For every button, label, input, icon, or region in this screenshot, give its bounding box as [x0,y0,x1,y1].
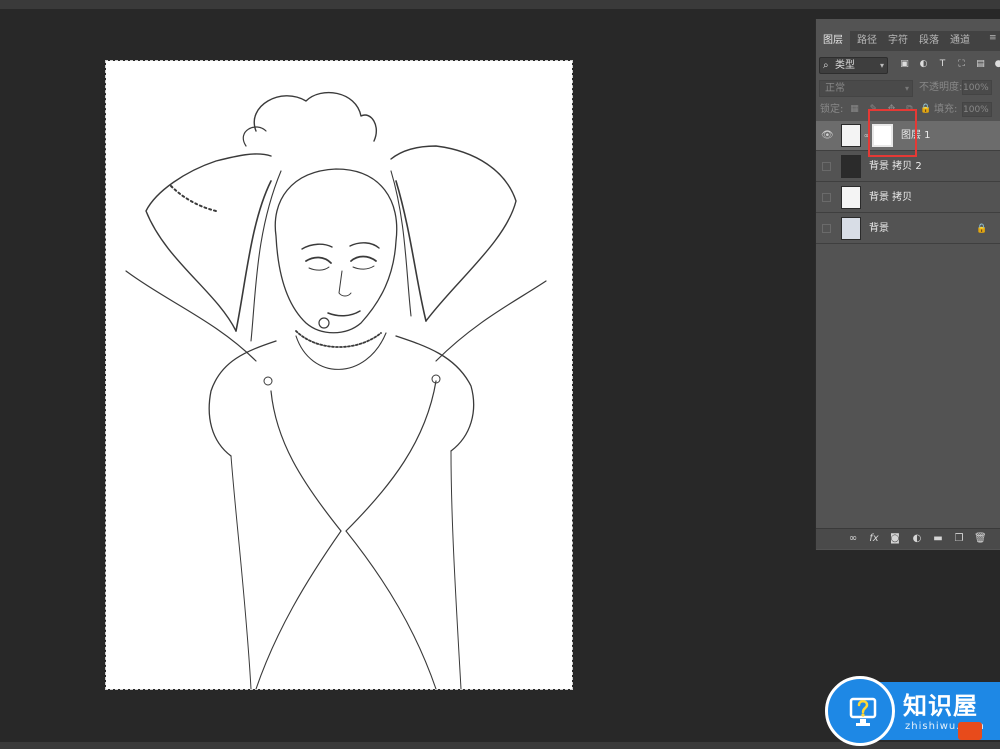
top-bar [0,0,1000,9]
layer-row-background[interactable]: 背景 🔒 [816,214,1000,244]
filter-adjustment-icon[interactable]: ◐ [918,59,929,70]
visibility-toggle[interactable] [822,162,831,171]
chevron-down-icon: ▾ [904,84,909,93]
layer-filter-row: ⌕ 类型 ▾ ▣ ◐ T ⛶ ▤ ● [816,56,1000,76]
lock-all-icon[interactable]: 🔒 [920,104,931,115]
blend-row: 正常 ▾ 不透明度: 100% [816,80,1000,98]
tab-channels[interactable]: 通道 [945,31,975,51]
eye-icon[interactable]: 👁 [821,130,834,141]
logo-circle [825,676,895,746]
blend-mode-select[interactable]: 正常 ▾ [819,80,913,97]
adjustment-layer-icon[interactable]: ◐ [911,533,923,545]
tab-character[interactable]: 字符 [883,31,913,51]
logo-title: 知识屋 [903,692,978,720]
layers-panel: 图层 路径 字符 段落 通道 ≡ ⌕ 类型 ▾ ▣ ◐ T ⛶ ▤ ● 正常 ▾… [815,19,1000,550]
blend-mode-value: 正常 [825,83,845,94]
add-mask-icon[interactable]: ◙ [889,533,901,545]
fill-input[interactable]: 100% [962,102,992,117]
pencil-sketch-image [125,91,547,689]
visibility-toggle[interactable] [822,224,831,233]
fill-label: 填充: [934,104,958,115]
layer-thumbnail [841,217,861,240]
filter-type-icon[interactable]: T [937,59,948,70]
corner-badge [958,722,982,740]
layer-thumbnail [841,186,861,209]
filter-pixel-icon[interactable]: ▣ [899,59,910,70]
kind-filter-select[interactable]: ⌕ 类型 ▾ [819,57,888,74]
search-icon: ⌕ [823,60,829,71]
kind-filter-label: 类型 [835,60,855,71]
panel-menu-icon[interactable]: ≡ [989,33,999,45]
filter-toggle-icon[interactable]: ● [993,59,1000,70]
new-group-icon[interactable]: ▬ [932,533,944,545]
document-canvas[interactable] [105,60,573,690]
opacity-label: 不透明度: [919,82,963,93]
visibility-toggle[interactable] [822,193,831,202]
tab-paragraph[interactable]: 段落 [914,31,944,51]
link-layers-icon[interactable]: ∞ [847,533,859,545]
layer-thumbnail [841,155,861,178]
lock-transparent-icon[interactable]: ▦ [849,104,860,115]
chevron-down-icon: ▾ [879,61,884,70]
lock-label: 锁定: [820,104,844,115]
layer-row-bg-copy[interactable]: 背景 拷贝 [816,183,1000,213]
highlight-box [868,109,917,157]
new-layer-icon[interactable]: ❐ [953,533,965,545]
question-monitor-icon [849,697,877,726]
filter-smart-object-icon[interactable]: ▤ [975,59,986,70]
lock-icon: 🔒 [976,224,988,234]
layer-thumbnail [841,124,861,147]
opacity-input[interactable]: 100% [962,80,992,95]
layer-name: 背景 [869,223,889,234]
tab-layers[interactable]: 图层 [816,31,850,51]
layer-name: 背景 拷贝 [869,192,913,203]
panel-tab-bar: 图层 路径 字符 段落 通道 ≡ [816,31,1000,51]
layer-style-fx-icon[interactable]: fx [868,533,880,545]
layers-panel-footer: ∞ fx ◙ ◐ ▬ ❐ 🗑 [816,528,1000,549]
trash-icon[interactable]: 🗑 [974,533,987,545]
filter-shape-icon[interactable]: ⛶ [956,59,967,70]
tab-paths[interactable]: 路径 [852,31,882,51]
